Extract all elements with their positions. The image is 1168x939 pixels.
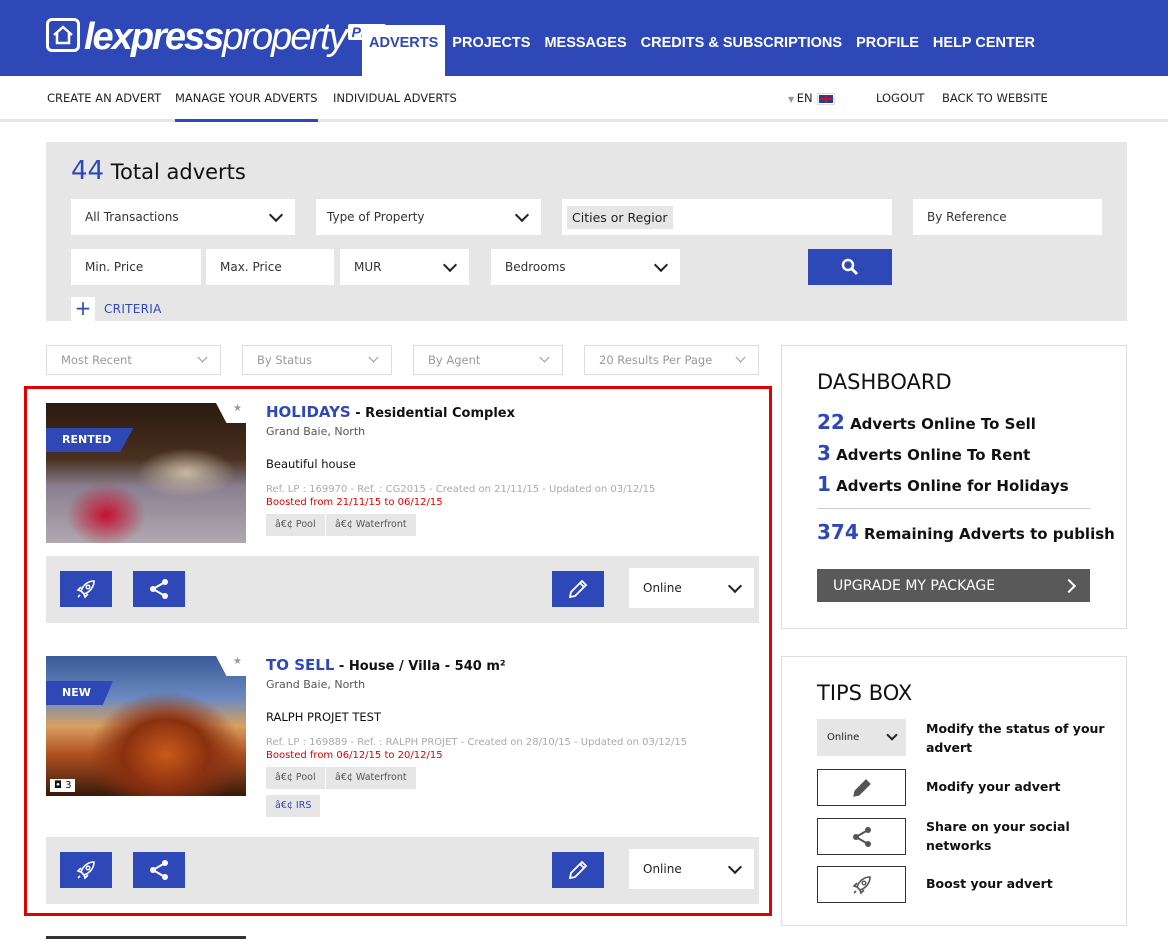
- sort-value: Most Recent: [61, 353, 132, 367]
- chevron-down-icon: [653, 257, 669, 272]
- main-nav: ADVERTS PROJECTS MESSAGES CREDITS & SUBS…: [362, 25, 1042, 76]
- dashboard-panel: DASHBOARD 22 Adverts Online To Sell 3 Ad…: [781, 345, 1127, 629]
- upgrade-package-button[interactable]: UPGRADE MY PACKAGE: [817, 569, 1090, 602]
- transactions-value: All Transactions: [85, 210, 179, 224]
- stat-online-rent[interactable]: 3 Adverts Online To Rent: [817, 441, 1030, 465]
- agent-filter[interactable]: By Agent: [413, 345, 563, 375]
- per-page-select[interactable]: 20 Results Per Page: [584, 345, 759, 375]
- nav-profile[interactable]: PROFILE: [849, 25, 926, 76]
- property-type-select[interactable]: Type of Property: [316, 199, 541, 235]
- nav-help-center[interactable]: HELP CENTER: [926, 25, 1042, 76]
- stat-remaining: 374 Remaining Adverts to publish: [817, 520, 1115, 544]
- rocket-icon: [852, 875, 871, 894]
- chevron-down-icon: [268, 207, 284, 222]
- total-label: Total adverts: [110, 160, 246, 184]
- language-label: EN: [796, 91, 813, 105]
- top-bar: lexpressproperty PRO ADVERTS PROJECTS ME…: [0, 0, 1168, 76]
- chevron-down-icon: [442, 257, 458, 272]
- chevron-down-icon: [197, 352, 208, 363]
- house-logo-icon: [46, 18, 80, 52]
- transactions-select[interactable]: All Transactions: [71, 199, 295, 235]
- cities-tag: Cities or Regior: [567, 205, 673, 229]
- logout-link[interactable]: LOGOUT: [876, 91, 924, 105]
- pencil-icon: [852, 778, 871, 797]
- search-button[interactable]: [808, 249, 892, 285]
- total-adverts: 44 Total adverts: [71, 156, 246, 186]
- tip-status-text: Modify the status of your advert: [926, 721, 1105, 755]
- total-count: 44: [71, 156, 105, 186]
- create-advert-link[interactable]: CREATE AN ADVERT: [47, 91, 161, 105]
- search-panel: 44 Total adverts All Transactions Type o…: [46, 142, 1127, 321]
- stat-value: 3: [817, 441, 831, 465]
- tip-status-value: Online: [827, 732, 860, 743]
- share-icon: [852, 826, 871, 847]
- criteria-link[interactable]: CRITERIA: [104, 302, 162, 316]
- tip-boost-sample: [817, 866, 906, 903]
- manage-adverts-link[interactable]: MANAGE YOUR ADVERTS: [175, 91, 318, 122]
- max-price-input[interactable]: Max. Price: [206, 249, 334, 285]
- stat-label: Remaining Adverts to publish: [863, 525, 1115, 543]
- search-icon: [841, 258, 859, 276]
- status-filter[interactable]: By Status: [242, 345, 392, 375]
- chevron-down-icon: [368, 352, 379, 363]
- min-price-input[interactable]: Min. Price: [71, 249, 201, 285]
- brand-logo[interactable]: lexpressproperty PRO: [46, 14, 386, 60]
- nav-credits[interactable]: CREDITS & SUBSCRIPTIONS: [634, 25, 849, 76]
- add-criteria-button[interactable]: +: [71, 297, 95, 321]
- stat-label: Adverts Online To Rent: [836, 446, 1031, 464]
- tip-share-sample: [817, 818, 906, 855]
- reference-input[interactable]: By Reference: [913, 199, 1102, 235]
- uk-flag-icon: [817, 92, 836, 105]
- reference-placeholder: By Reference: [927, 210, 1007, 224]
- individual-adverts-link[interactable]: INDIVIDUAL ADVERTS: [333, 91, 457, 105]
- tips-title: TIPS BOX: [817, 681, 913, 705]
- language-selector[interactable]: ▼ EN: [788, 91, 836, 105]
- sort-select[interactable]: Most Recent: [46, 345, 221, 375]
- nav-projects[interactable]: PROJECTS: [445, 25, 537, 76]
- agent-filter-value: By Agent: [428, 353, 481, 367]
- nav-messages[interactable]: MESSAGES: [537, 25, 633, 76]
- cities-input[interactable]: Cities or Regior: [562, 199, 892, 235]
- stat-value: 1: [817, 472, 831, 496]
- dashboard-title: DASHBOARD: [817, 370, 952, 394]
- per-page-value: 20 Results Per Page: [599, 353, 713, 367]
- bedrooms-select[interactable]: Bedrooms: [491, 249, 680, 285]
- tip-edit-sample: [817, 769, 906, 806]
- upgrade-label: UPGRADE MY PACKAGE: [833, 577, 996, 594]
- brand-wordmark: lexpressproperty: [84, 16, 348, 58]
- chevron-down-icon: [514, 207, 530, 222]
- stat-value: 22: [817, 410, 845, 434]
- divider: [817, 508, 1090, 509]
- tips-panel: TIPS BOX Online Modify the status of you…: [781, 656, 1127, 926]
- sub-nav: CREATE AN ADVERT MANAGE YOUR ADVERTS IND…: [0, 76, 1168, 122]
- tip-boost-text: Boost your advert: [926, 876, 1053, 891]
- bedrooms-value: Bedrooms: [505, 260, 566, 274]
- stat-label: Adverts Online for Holidays: [836, 477, 1069, 495]
- chevron-down-icon: [886, 729, 898, 741]
- currency-select[interactable]: MUR: [340, 249, 469, 285]
- stat-label: Adverts Online To Sell: [850, 415, 1036, 433]
- chevron-down-icon: [539, 352, 550, 363]
- back-to-website-link[interactable]: BACK TO WEBSITE: [942, 91, 1048, 105]
- max-price-placeholder: Max. Price: [220, 260, 282, 274]
- nav-adverts[interactable]: ADVERTS: [362, 25, 446, 76]
- tip-share-text: Share on your social networks: [926, 819, 1070, 853]
- stat-online-holidays[interactable]: 1 Adverts Online for Holidays: [817, 472, 1069, 496]
- stat-online-sell[interactable]: 22 Adverts Online To Sell: [817, 410, 1036, 434]
- status-filter-value: By Status: [257, 353, 312, 367]
- min-price-placeholder: Min. Price: [85, 260, 144, 274]
- currency-value: MUR: [354, 260, 382, 274]
- tip-edit-text: Modify your advert: [926, 779, 1061, 794]
- tip-status-sample: Online: [817, 719, 906, 756]
- stat-value: 374: [817, 520, 859, 544]
- chevron-right-icon: [1061, 578, 1077, 593]
- property-type-value: Type of Property: [327, 210, 425, 224]
- chevron-down-icon: [735, 352, 746, 363]
- highlight-frame: [24, 386, 772, 916]
